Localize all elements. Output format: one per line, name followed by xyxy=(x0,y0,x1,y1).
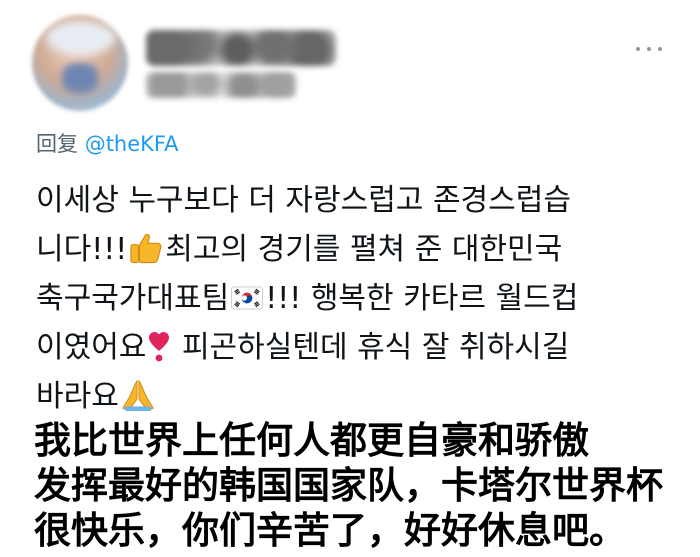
red-heart-exclamation-icon xyxy=(149,332,170,362)
south-korea-flag-icon xyxy=(231,286,264,310)
caption-line-3: 很快乐，你们辛苦了，好好休息吧。 xyxy=(34,509,626,552)
tweet-line-1: 이세상 누구보다 더 자랑스럽고 존경스럽습 xyxy=(36,183,571,218)
translation-caption: 我比世界上任何人都更自豪和骄傲 发挥最好的韩国国家队，卡塔尔世界杯 很快乐，你们… xyxy=(34,418,694,553)
tweet-line-4: 이였어요 피곤하실텐데 휴식 잘 취하시길 xyxy=(36,330,570,365)
reply-mention-link[interactable]: @theKFA xyxy=(85,132,179,156)
reply-prefix: 回复 xyxy=(36,132,78,156)
tweet-line-3: 축구국가대표팀 !!! 행복한 카타르 월드컵 xyxy=(36,281,579,316)
folded-hands-icon xyxy=(122,379,154,412)
tweet-line-5: 바라요 xyxy=(36,372,676,421)
more-options-icon[interactable] xyxy=(636,44,662,54)
caption-line-2: 发挥最好的韩国国家队，卡塔尔世界杯 xyxy=(34,464,663,507)
author-name-redacted[interactable] xyxy=(146,30,336,66)
author-handle-redacted[interactable] xyxy=(146,72,296,98)
tweet-body: 이세상 누구보다 더 자랑스럽고 존경스럽습 니다!!! 최고의 경기를 펼쳐 … xyxy=(36,176,676,421)
reply-context: 回复 @theKFA xyxy=(36,132,178,156)
caption-line-1: 我比世界上任何人都更自豪和骄傲 xyxy=(34,419,589,462)
tweet-line-2: 니다!!! 최고의 경기를 펼쳐 준 대한민국 xyxy=(36,232,563,267)
author-avatar[interactable] xyxy=(32,15,128,111)
thumbs-up-icon xyxy=(130,233,162,264)
